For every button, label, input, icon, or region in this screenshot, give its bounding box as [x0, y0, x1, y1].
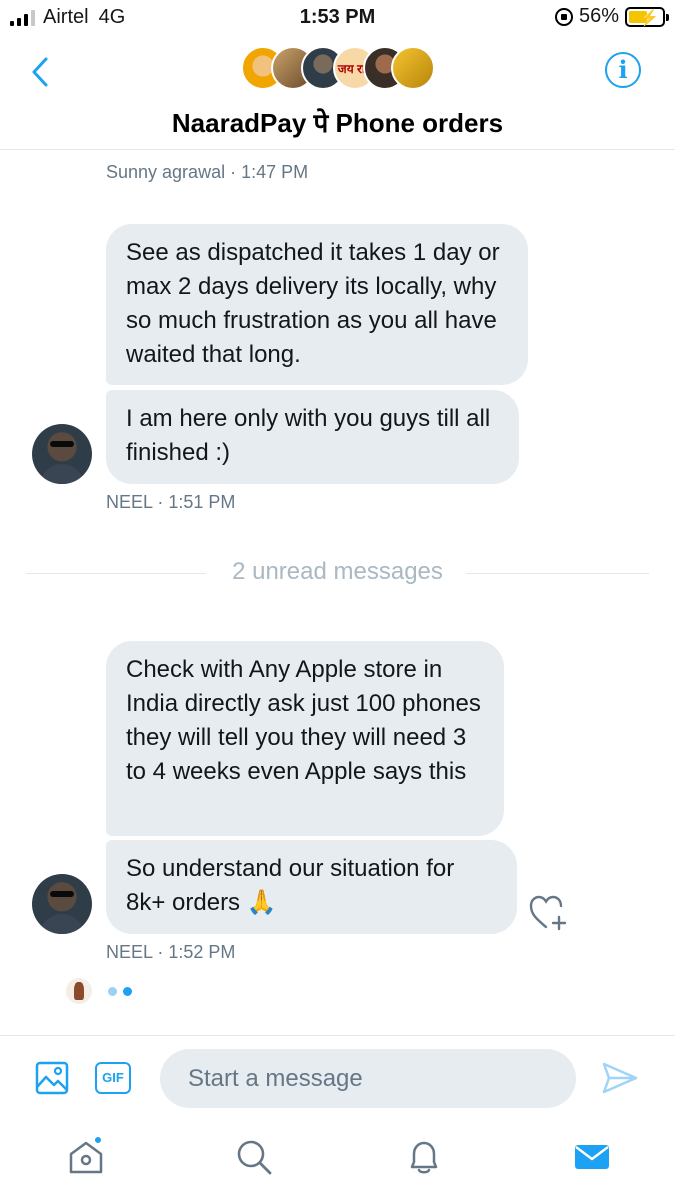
message-input[interactable]: [160, 1049, 576, 1108]
send-icon: [602, 1062, 638, 1094]
add-gif-button[interactable]: GIF: [95, 1062, 131, 1094]
tab-bar: [0, 1121, 675, 1200]
add-image-button[interactable]: [34, 1060, 70, 1096]
orientation-lock-icon: [554, 7, 573, 26]
message-meta: NEEL · 1:52 PM: [106, 942, 236, 962]
bell-icon: [410, 1141, 438, 1174]
search-icon: [237, 1140, 272, 1175]
back-button[interactable]: [26, 54, 56, 90]
group-avatars[interactable]: जय राम: [241, 46, 435, 90]
message-bubble[interactable]: I am here only with you guys till all fi…: [106, 390, 519, 484]
sender-meta: Sunny agrawal · 1:47 PM: [106, 162, 309, 182]
image-icon: [35, 1061, 69, 1095]
group-member-avatar: [391, 46, 435, 90]
message-bubble[interactable]: See as dispatched it takes 1 day or max …: [106, 224, 528, 385]
avatar[interactable]: [32, 874, 92, 934]
send-button[interactable]: [600, 1060, 640, 1096]
tab-messages[interactable]: [572, 1137, 612, 1177]
chat-header: जय राम NaaradPay पे Phone orders i: [0, 36, 675, 150]
info-button[interactable]: i: [605, 52, 641, 88]
message-bubble[interactable]: Check with Any Apple store in India dire…: [106, 641, 504, 836]
typing-user-avatar: [66, 978, 92, 1004]
tab-search[interactable]: [234, 1137, 274, 1177]
status-right: 56% ⚡: [554, 5, 669, 28]
battery-percent: 56%: [578, 5, 619, 27]
mail-icon: [575, 1145, 609, 1169]
message-bubble[interactable]: So understand our situation for 8k+ orde…: [106, 840, 517, 934]
charging-bolt-icon: ⚡: [639, 9, 659, 27]
info-icon: i: [618, 55, 628, 84]
chevron-left-icon: [32, 57, 48, 87]
status-bar: Airtel 4G 1:53 PM 56% ⚡: [0, 0, 675, 36]
tab-notifications[interactable]: [404, 1137, 444, 1177]
typing-indicator: [108, 987, 132, 996]
avatar[interactable]: [32, 424, 92, 484]
battery-icon: ⚡: [625, 6, 669, 27]
unread-divider: 2 unread messages: [232, 558, 443, 585]
tab-home[interactable]: [66, 1135, 106, 1177]
notification-dot: [93, 1135, 103, 1145]
divider-line-right: [466, 573, 649, 574]
chat-title[interactable]: NaaradPay पे Phone orders: [0, 104, 675, 140]
heart-plus-icon: [529, 895, 567, 931]
message-meta: NEEL · 1:51 PM: [106, 492, 236, 512]
add-reaction-button[interactable]: [528, 893, 570, 933]
message-composer: GIF: [0, 1035, 675, 1121]
